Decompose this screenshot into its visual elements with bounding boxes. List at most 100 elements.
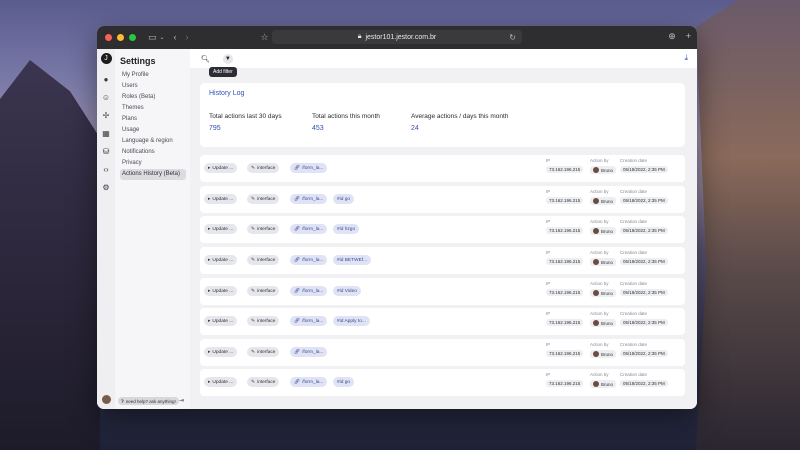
- form-pill[interactable]: 🔗︎/form_la...: [290, 347, 328, 357]
- table-row[interactable]: ▸ Update ... ✎ interface 🔗︎/form_la... #id Ap…: [200, 308, 685, 335]
- source-pill[interactable]: ✎ interface: [247, 316, 280, 326]
- form-pill[interactable]: 🔗︎/form_la...: [290, 316, 328, 326]
- date-cell: Creation date 05/18/2022, 2:35 PM: [620, 281, 668, 296]
- user-name: Bruno: [601, 259, 614, 265]
- form-pill[interactable]: 🔗︎/form_la...: [290, 163, 328, 173]
- sidebar-item-usage[interactable]: Usage: [120, 125, 190, 136]
- workflow-icon[interactable]: ✢: [101, 110, 111, 120]
- logo-icon[interactable]: J: [100, 53, 112, 64]
- link-icon: 🔗︎: [294, 165, 301, 171]
- table-row[interactable]: ▸ Update ... ✎ interface 🔗︎/form_la... #id go…: [200, 186, 685, 213]
- pencil-icon: ✎: [251, 318, 256, 324]
- form-pill[interactable]: 🔗︎/form_la...: [290, 194, 328, 204]
- source-pill[interactable]: ✎ interface: [247, 224, 280, 234]
- action-pill[interactable]: ▸ Update ...: [204, 194, 238, 204]
- action-pill[interactable]: ▸ Update ...: [204, 377, 238, 387]
- table-row[interactable]: ▸ Update ... ✎ interface 🔗︎/form_la... IP 73.1…: [200, 155, 685, 182]
- source-pill[interactable]: ✎ interface: [247, 377, 280, 387]
- zoom-window-button[interactable]: [129, 34, 136, 41]
- filter-button[interactable]: ▼: [222, 53, 233, 64]
- source-pill[interactable]: ✎ interface: [247, 255, 280, 265]
- avatar[interactable]: [101, 395, 111, 404]
- forward-icon[interactable]: ›: [186, 33, 189, 42]
- table-row[interactable]: ▸ Update ... ✎ interface 🔗︎/form_la... #id BE…: [200, 247, 685, 274]
- action-by-header: Action by: [590, 250, 609, 255]
- pencil-icon: ✎: [251, 288, 256, 294]
- sidebar-item-privacy[interactable]: Privacy: [120, 158, 190, 169]
- tooltip: Add filter: [209, 67, 237, 77]
- sidebar-item-notifications[interactable]: Notifications: [120, 147, 190, 158]
- ip-header: IP: [546, 219, 551, 224]
- sidebar-item-users[interactable]: Users: [120, 81, 190, 92]
- record-pill[interactable]: #id go: [333, 377, 355, 387]
- action-pill[interactable]: ▸ Update ...: [204, 163, 238, 173]
- collapse-sidebar-icon[interactable]: ⇥: [179, 397, 184, 404]
- code-icon[interactable]: ‹›: [101, 164, 111, 174]
- database-icon[interactable]: ⛁: [101, 146, 111, 156]
- link-icon: 🔗︎: [294, 349, 301, 355]
- table-row[interactable]: ▸ Update ... ✎ interface 🔗︎/form_la... #id hz…: [200, 216, 685, 243]
- ip-header: IP: [546, 342, 551, 347]
- form-pill[interactable]: 🔗︎/form_la...: [290, 377, 328, 387]
- record-pill[interactable]: #id go: [333, 194, 355, 204]
- record-pill[interactable]: #id hzgo: [333, 224, 360, 234]
- table-row[interactable]: ▸ Update ... ✎ interface 🔗︎/form_la... #id Vi…: [200, 278, 685, 305]
- form-label: /form_la...: [302, 196, 324, 202]
- sidebar-toggle-icon[interactable]: ▭: [148, 33, 157, 42]
- action-by-header: Action by: [590, 219, 609, 224]
- search-icon[interactable]: 🔍︎: [201, 55, 210, 63]
- sidebar-item-my-profile[interactable]: My Profile: [120, 70, 190, 81]
- form-pill[interactable]: 🔗︎/form_la...: [290, 255, 328, 265]
- stat-label: Average actions / days this month: [411, 113, 509, 120]
- shield-icon[interactable]: ☆: [261, 33, 269, 42]
- action-label: Update ...: [212, 196, 234, 202]
- action-pill[interactable]: ▸ Update ...: [204, 255, 238, 265]
- gear-icon[interactable]: ⚙: [101, 182, 111, 192]
- date-cell: Creation date 05/18/2022, 2:35 PM: [620, 219, 668, 234]
- record-pill[interactable]: #id Apply to...: [333, 316, 370, 326]
- history-title: History Log: [209, 90, 245, 97]
- download-icon[interactable]: ⊕: [668, 31, 676, 42]
- sidebar-item-language[interactable]: Language & region: [120, 136, 190, 147]
- back-icon[interactable]: ‹: [174, 33, 177, 42]
- record-pill[interactable]: #id BETWEf...: [333, 255, 372, 265]
- close-window-button[interactable]: [105, 34, 112, 41]
- action-pill[interactable]: ▸ Update ...: [204, 316, 238, 326]
- ip-header: IP: [546, 158, 551, 163]
- sidebar-item-actions-history[interactable]: Actions History (Beta): [120, 169, 186, 180]
- sidebar-item-roles[interactable]: Roles (Beta): [120, 92, 190, 103]
- download-icon[interactable]: ⤓: [684, 53, 688, 63]
- sidebar-item-plans[interactable]: Plans: [120, 114, 190, 125]
- pencil-icon: ✎: [251, 165, 256, 171]
- link-icon: 🔗︎: [294, 257, 301, 263]
- help-button[interactable]: ❓︎ need help? ask anything!: [118, 397, 179, 405]
- source-pill[interactable]: ✎ interface: [247, 286, 280, 296]
- record-pill[interactable]: #id Video: [333, 286, 361, 296]
- minimize-window-button[interactable]: [117, 34, 124, 41]
- form-pill[interactable]: 🔗︎/form_la...: [290, 224, 328, 234]
- date-header: Creation date: [620, 189, 648, 194]
- apps-icon[interactable]: ●: [101, 74, 111, 84]
- chevron-down-icon[interactable]: ⌄: [160, 35, 165, 41]
- date-header: Creation date: [620, 311, 648, 316]
- grid-icon[interactable]: ▦: [101, 128, 111, 138]
- reload-icon[interactable]: ↻: [509, 33, 516, 42]
- source-label: interface: [257, 226, 276, 232]
- action-by-cell: Action by Bruno: [590, 281, 617, 297]
- form-pill[interactable]: 🔗︎/form_la...: [290, 286, 328, 296]
- source-pill[interactable]: ✎ interface: [247, 194, 280, 204]
- action-pill[interactable]: ▸ Update ...: [204, 286, 238, 296]
- users-icon[interactable]: ☺: [101, 92, 111, 102]
- date-value: 05/18/2022, 2:35 PM: [620, 350, 668, 357]
- address-bar[interactable]: 🔒︎ jestor101.jestor.com.br ↻: [272, 30, 522, 44]
- date-cell: Creation date 05/18/2022, 2:35 PM: [620, 158, 668, 173]
- action-pill[interactable]: ▸ Update ...: [204, 224, 238, 234]
- avatar: [593, 259, 599, 265]
- action-pill[interactable]: ▸ Update ...: [204, 347, 238, 357]
- source-pill[interactable]: ✎ interface: [247, 163, 280, 173]
- source-pill[interactable]: ✎ interface: [247, 347, 280, 357]
- new-tab-icon[interactable]: +: [686, 31, 691, 42]
- table-row[interactable]: ▸ Update ... ✎ interface 🔗︎/form_la... #id go…: [200, 369, 685, 396]
- table-row[interactable]: ▸ Update ... ✎ interface 🔗︎/form_la... IP 73.1…: [200, 339, 685, 366]
- sidebar-item-themes[interactable]: Themes: [120, 103, 190, 114]
